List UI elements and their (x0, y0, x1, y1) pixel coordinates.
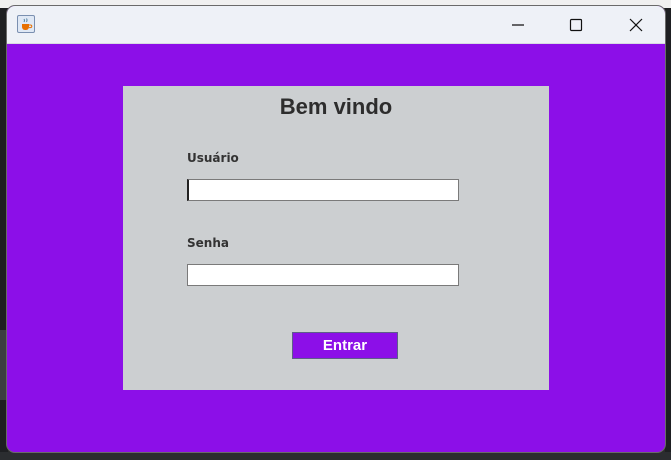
background-app-bottom-edge (0, 452, 671, 460)
login-panel: Bem vindo Usuário Senha Entrar (123, 86, 549, 390)
background-app-right-edge (665, 8, 671, 460)
minimize-button[interactable] (489, 6, 547, 43)
username-label: Usuário (187, 151, 239, 165)
username-input[interactable] (187, 179, 459, 201)
maximize-button[interactable] (547, 6, 605, 43)
java-coffee-icon[interactable] (17, 15, 35, 33)
maximize-icon (569, 18, 583, 31)
close-button[interactable] (607, 6, 665, 43)
close-icon (629, 18, 643, 31)
login-window: Bem vindo Usuário Senha Entrar (7, 6, 665, 452)
title-bar[interactable] (7, 6, 665, 44)
password-label: Senha (187, 236, 229, 250)
password-input[interactable] (187, 264, 459, 286)
minimize-icon (512, 23, 524, 26)
login-button[interactable]: Entrar (292, 332, 398, 359)
page-title: Bem vindo (279, 94, 393, 119)
